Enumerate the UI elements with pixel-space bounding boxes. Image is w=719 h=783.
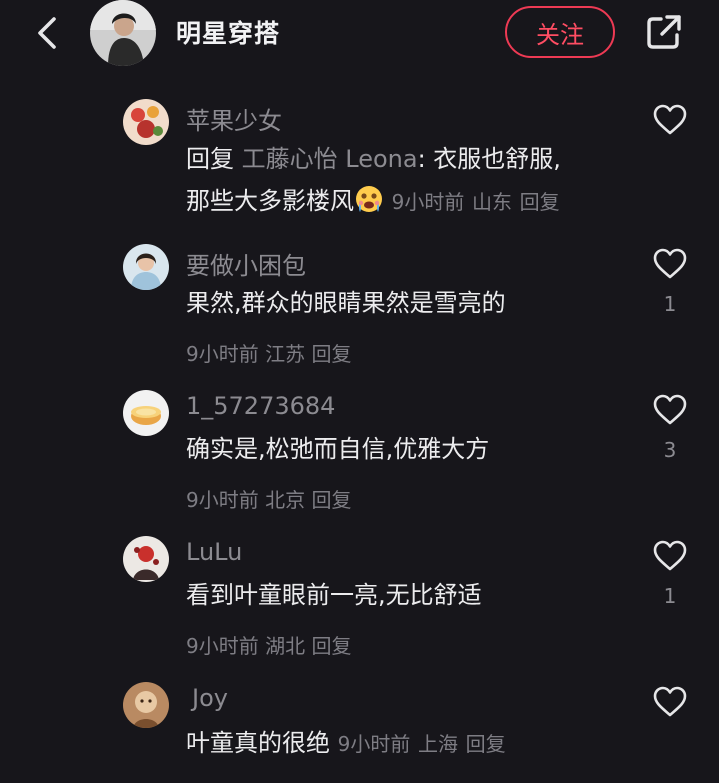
reply-button[interactable]: 回复 — [311, 342, 351, 366]
user-avatar[interactable] — [123, 682, 169, 728]
comment-text-line2-row: 那些大多影楼风 9小时前 山东 回复 — [186, 182, 560, 221]
comment-time: 9小时前 — [186, 488, 259, 512]
comment-item: 要做小困包 果然,群众的眼睛果然是雪亮的 9小时前 江苏 回复 1 — [0, 244, 719, 372]
like-count: 3 — [663, 438, 677, 462]
comment-location: 江苏 — [265, 342, 306, 366]
user-avatar[interactable] — [123, 99, 169, 145]
comment-item: 1_57273684 确实是,松弛而自信,优雅大方 9小时前 北京 回复 3 — [0, 390, 719, 518]
comment-time: 9小时前 — [337, 732, 411, 756]
comment-meta: 9小时前 湖北 回复 — [186, 630, 351, 659]
mention-link[interactable]: 工藤心怡 Leona — [242, 145, 418, 173]
comment-text-row: 叶童真的很绝 9小时前 上海 回复 — [186, 724, 506, 763]
user-avatar[interactable] — [123, 244, 169, 290]
comment-item: LuLu 看到叶童眼前一亮,无比舒适 9小时前 湖北 回复 1 — [0, 536, 719, 664]
reply-button[interactable]: 回复 — [520, 190, 560, 214]
username[interactable]: 苹果少女 — [186, 101, 282, 136]
reply-button[interactable]: 回复 — [311, 634, 351, 658]
crying-face-emoji-icon — [356, 186, 382, 212]
comment-text: 看到叶童眼前一亮,无比舒适 — [186, 581, 482, 609]
comment-time: 9小时前 — [391, 190, 465, 214]
top-bar: 明星穿搭 关注 — [0, 0, 719, 66]
channel-avatar[interactable] — [90, 0, 156, 66]
like-count: 1 — [663, 292, 677, 316]
reply-prefix: 回复 — [186, 145, 234, 173]
user-avatar[interactable] — [123, 390, 169, 436]
heart-icon[interactable] — [652, 248, 688, 280]
reply-button[interactable]: 回复 — [311, 488, 351, 512]
heart-icon[interactable] — [652, 540, 688, 572]
comment-text: 果然,群众的眼睛果然是雪亮的 — [186, 289, 506, 317]
heart-icon[interactable] — [652, 394, 688, 426]
heart-icon[interactable] — [652, 104, 688, 136]
comment-text-line2: 那些大多影楼风 — [186, 187, 354, 215]
follow-button[interactable]: 关注 — [505, 6, 615, 58]
comment-item: 苹果少女 回复 工藤心怡 Leona: 衣服也舒服, 那些大多影楼风 9小时前 … — [0, 96, 719, 226]
comment-time: 9小时前 — [186, 342, 259, 366]
like-count: 1 — [663, 584, 677, 608]
comment-text: 回复 工藤心怡 Leona: 衣服也舒服, — [186, 140, 561, 178]
comment-text: 确实是,松弛而自信,优雅大方 — [186, 435, 490, 463]
username[interactable]: Joy — [192, 684, 228, 712]
comment-location: 山东 — [472, 190, 513, 214]
heart-icon[interactable] — [652, 686, 688, 718]
comment-text: 叶童真的很绝 — [186, 729, 330, 757]
share-icon[interactable] — [645, 13, 683, 51]
username[interactable]: LuLu — [186, 538, 242, 566]
username[interactable]: 1_57273684 — [186, 392, 335, 420]
comment-meta: 9小时前 江苏 回复 — [186, 338, 351, 367]
reply-button[interactable]: 回复 — [466, 732, 506, 756]
comment-time: 9小时前 — [186, 634, 259, 658]
comment-location: 北京 — [265, 488, 306, 512]
channel-title: 明星穿搭 — [176, 19, 281, 48]
comment-location: 上海 — [418, 732, 459, 756]
comment-meta: 9小时前 北京 回复 — [186, 484, 351, 513]
username[interactable]: 要做小困包 — [186, 246, 306, 281]
user-avatar[interactable] — [123, 536, 169, 582]
back-arrow-icon[interactable] — [30, 14, 64, 52]
comment-location: 湖北 — [265, 634, 306, 658]
comment-item: Joy 叶童真的很绝 9小时前 上海 回复 — [0, 682, 719, 783]
comment-text-line1: : 衣服也舒服, — [417, 145, 561, 173]
